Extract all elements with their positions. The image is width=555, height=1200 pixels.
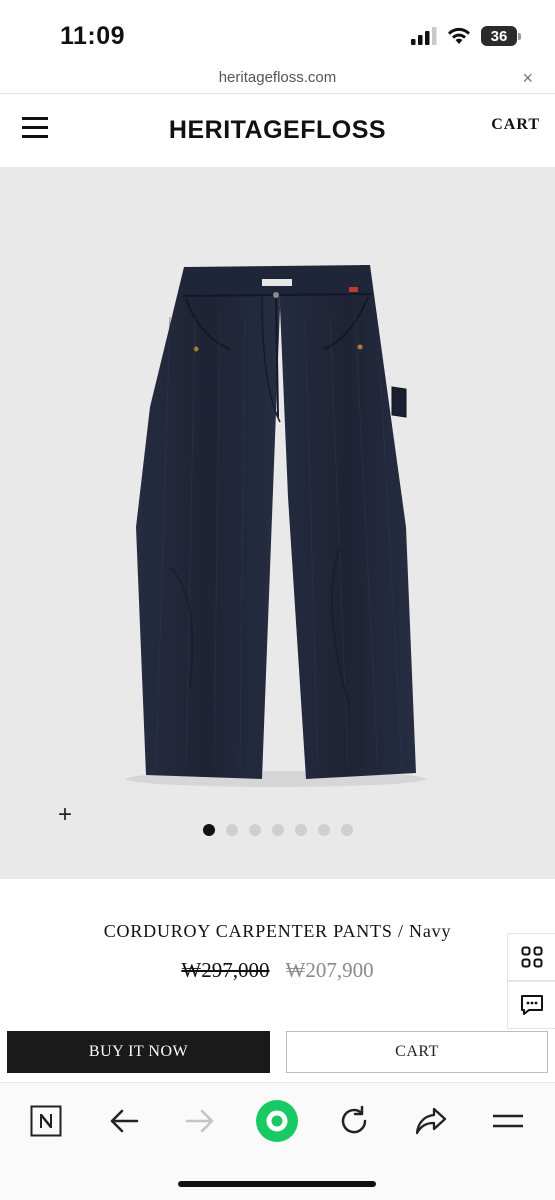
gallery-dot-7[interactable] (340, 824, 353, 836)
header-cart-link[interactable]: CART (491, 116, 540, 134)
close-icon[interactable]: × (522, 68, 533, 89)
naver-n-icon[interactable] (24, 1099, 68, 1143)
signal-icon (411, 27, 437, 45)
battery-icon: 36 (481, 26, 521, 46)
home-indicator (178, 1181, 376, 1187)
gallery-dot-5[interactable] (294, 824, 307, 836)
gallery-dot-2[interactable] (225, 824, 238, 836)
product-photo (126, 265, 426, 787)
share-icon[interactable] (409, 1099, 453, 1143)
site-logo[interactable]: HERITAGEFLOSS (0, 116, 555, 145)
product-title: CORDUROY CARPENTER PANTS / Navy (103, 921, 452, 941)
site-header: HERITAGEFLOSS CART (0, 95, 555, 167)
back-arrow-icon[interactable] (102, 1099, 146, 1143)
sale-price: ₩207,900 (285, 958, 374, 982)
browser-toolbar (0, 1082, 555, 1200)
grid-icon (521, 946, 542, 968)
url-text[interactable]: heritagefloss.com (0, 69, 555, 86)
product-prices: ₩297,000 ₩207,900 (0, 958, 555, 983)
menu-icon[interactable] (486, 1099, 530, 1143)
gallery-dot-1[interactable] (202, 824, 215, 836)
grid-view-button[interactable] (507, 933, 555, 981)
url-bar[interactable]: heritagefloss.com × (0, 62, 555, 94)
status-icons: 36 (411, 26, 521, 46)
green-dot-icon[interactable] (255, 1099, 299, 1143)
chat-button[interactable] (507, 981, 555, 1029)
gallery-dot-6[interactable] (317, 824, 330, 836)
gallery-dot-3[interactable] (248, 824, 261, 836)
wifi-icon (448, 27, 470, 44)
buy-it-now-button[interactable]: BUY IT NOW (7, 1031, 270, 1073)
gallery-pagination (0, 824, 555, 836)
add-to-cart-button[interactable]: CART (286, 1031, 548, 1073)
forward-arrow-icon[interactable] (178, 1099, 222, 1143)
original-price: ₩297,000 (181, 958, 270, 982)
status-time: 11:09 (60, 22, 126, 50)
status-bar: 11:09 36 (0, 0, 555, 62)
product-image-gallery[interactable]: + (0, 167, 555, 879)
gallery-dot-4[interactable] (271, 824, 284, 836)
refresh-icon[interactable] (332, 1099, 376, 1143)
chat-icon (520, 995, 543, 1015)
battery-level: 36 (490, 27, 508, 45)
